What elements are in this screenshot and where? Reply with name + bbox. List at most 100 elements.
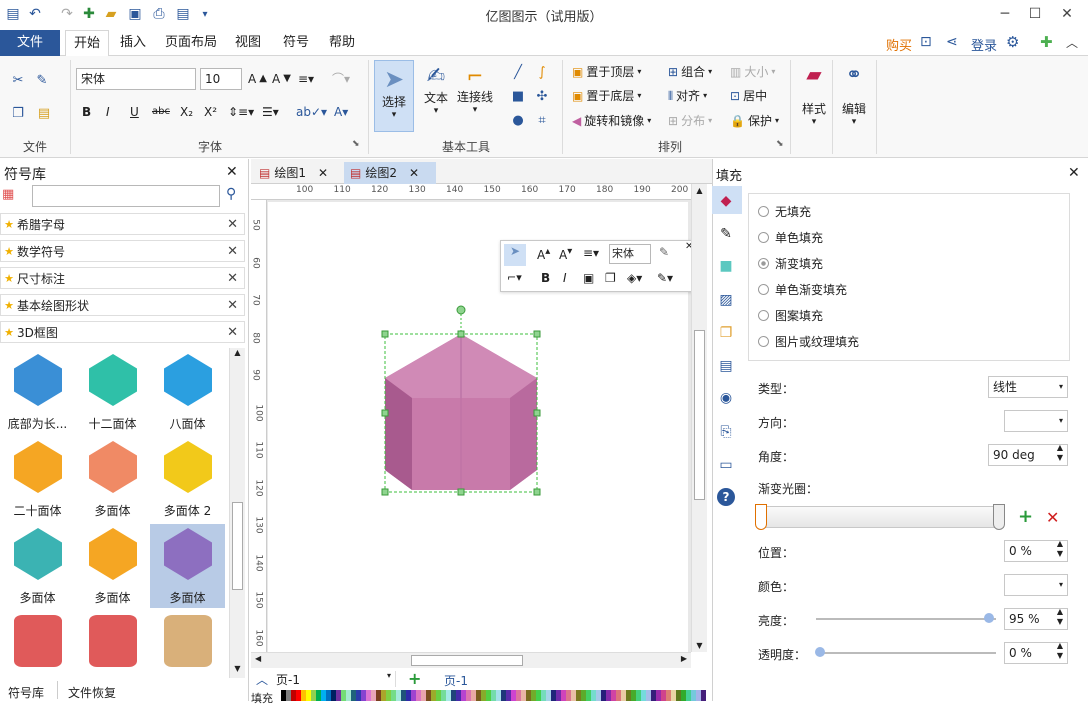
bullets-icon[interactable]: ☰▾: [262, 102, 279, 122]
ft-connector-icon[interactable]: ⌐▾: [507, 271, 522, 284]
fill-option-picture[interactable]: 图片或纹理填充: [758, 333, 859, 349]
strikethrough-icon[interactable]: abc: [152, 102, 170, 122]
add-page-icon[interactable]: +: [408, 669, 421, 688]
category-close-icon[interactable]: ✕: [227, 325, 238, 340]
font-name-select[interactable]: 宋体: [76, 68, 196, 90]
window-icon[interactable]: ⊡: [920, 34, 932, 50]
scroll-up-icon[interactable]: ▲: [692, 186, 707, 195]
scroll-left-icon[interactable]: ◀: [255, 654, 261, 663]
category-close-icon[interactable]: ✕: [227, 217, 238, 232]
transparency-spinner[interactable]: 0 % ▲ ▼: [1004, 641, 1068, 664]
library-category[interactable]: ★ 基本绘图形状 ✕: [0, 294, 245, 316]
rotate-handle[interactable]: [456, 305, 466, 315]
canvas-horizontal-scrollbar[interactable]: ◀ ▶: [251, 652, 691, 668]
canvas-vertical-scrollbar[interactable]: ▲ ▼: [691, 184, 707, 652]
position-spinner[interactable]: 0 % ▲ ▼: [1004, 539, 1068, 562]
align-icon[interactable]: ≡▾: [298, 69, 314, 89]
copy-icon[interactable]: ❐: [8, 103, 28, 123]
gradient-bar[interactable]: [758, 506, 1004, 528]
library-shape[interactable]: 底部为长...: [0, 350, 75, 434]
resize-handle[interactable]: [457, 330, 465, 338]
ft-italic-icon[interactable]: I: [563, 271, 567, 285]
tab-help[interactable]: 帮助: [322, 30, 362, 56]
align-objects-button[interactable]: ⫴ 对齐 ▾: [668, 86, 707, 106]
gradient-stop-left[interactable]: [755, 504, 767, 530]
scroll-down-icon[interactable]: ▼: [230, 664, 245, 678]
bring-front-button[interactable]: ▣ 置于顶层 ▾: [572, 62, 641, 82]
library-shape[interactable]: 二十面体: [0, 437, 75, 521]
brush-icon[interactable]: ✎: [32, 70, 52, 90]
library-shape[interactable]: 多面体: [0, 524, 75, 608]
category-close-icon[interactable]: ✕: [227, 298, 238, 313]
font-color-icon[interactable]: A▾: [334, 102, 348, 122]
maximize-icon[interactable]: ☐: [1020, 2, 1050, 26]
category-close-icon[interactable]: ✕: [227, 244, 238, 259]
tab-file-recovery[interactable]: 文件恢复: [68, 684, 116, 701]
doc-tab-close-icon[interactable]: ✕: [318, 162, 328, 184]
text-highlight-icon[interactable]: ab✓▾: [296, 102, 327, 122]
settings-icon[interactable]: ⚙: [1006, 33, 1019, 51]
library-category[interactable]: ★ 3D框图 ✕: [0, 321, 245, 343]
curve-icon[interactable]: ⌒▾: [332, 69, 350, 89]
ft-font-select[interactable]: 宋体: [609, 244, 651, 264]
doc-tab-close-icon[interactable]: ✕: [409, 162, 419, 184]
page-select[interactable]: 页-1 ▾: [276, 671, 396, 687]
share-icon[interactable]: ⋖: [946, 34, 958, 50]
distribute-button[interactable]: ⊞ 分布 ▾: [668, 111, 712, 131]
gradient-stop-right[interactable]: [993, 504, 1005, 530]
library-search-input[interactable]: [32, 185, 220, 207]
font-grow-icon[interactable]: A ▲: [248, 69, 267, 89]
resize-handle[interactable]: [533, 409, 541, 417]
doc-tab-2[interactable]: ▤ 绘图2 ✕: [344, 162, 436, 184]
type-select[interactable]: 线性 ▾: [988, 376, 1068, 398]
help-icon[interactable]: ?: [717, 488, 735, 506]
minimize-icon[interactable]: ─: [990, 2, 1020, 26]
library-shape[interactable]: 八面体: [150, 350, 225, 434]
library-shape[interactable]: 多面体: [75, 524, 150, 608]
bold-icon[interactable]: B: [82, 102, 91, 122]
select-button[interactable]: ➤ 选择 ▾: [374, 60, 414, 132]
fill-tab-icon[interactable]: ◆: [716, 191, 736, 211]
font-shrink-icon[interactable]: A ▼: [272, 69, 291, 89]
group-button[interactable]: ⊞ 组合 ▾: [668, 62, 712, 82]
fill-option-mono-gradient[interactable]: 单色渐变填充: [758, 281, 847, 297]
text-button[interactable]: ✍ 文本 ▾: [416, 60, 456, 132]
ft-back-icon[interactable]: ❐: [605, 271, 616, 285]
shape-selection[interactable]: [380, 300, 545, 500]
search-icon[interactable]: ⚲: [226, 186, 236, 202]
scroll-thumb[interactable]: [694, 330, 705, 500]
library-shape[interactable]: [150, 611, 225, 695]
font-dialog-icon[interactable]: ⬊: [352, 139, 360, 149]
scroll-thumb[interactable]: [232, 502, 243, 590]
collapse-ribbon-icon[interactable]: ︿: [1066, 34, 1078, 51]
brightness-thumb[interactable]: [984, 613, 994, 623]
scroll-thumb[interactable]: [411, 655, 523, 666]
transparency-thumb[interactable]: [815, 647, 825, 657]
document-tab-icon[interactable]: ▤: [716, 356, 736, 376]
collapse-page-icon[interactable]: ︿: [256, 671, 268, 688]
superscript-icon[interactable]: X²: [204, 102, 217, 122]
resize-handle[interactable]: [457, 488, 465, 496]
close-window-icon[interactable]: ✕: [1052, 2, 1082, 26]
paste-icon[interactable]: ▤: [34, 103, 54, 123]
curve-tool-icon[interactable]: ∫: [532, 62, 552, 82]
fill-option-gradient[interactable]: 渐变填充: [758, 255, 823, 271]
tab-home[interactable]: 开始: [65, 30, 109, 57]
attachment-tab-icon[interactable]: ⎘: [716, 422, 736, 442]
library-shape[interactable]: 多面体: [150, 524, 225, 608]
tab-symbol[interactable]: 符号: [276, 30, 316, 56]
library-category[interactable]: ★ 希腊字母 ✕: [0, 213, 245, 235]
ft-brush-icon[interactable]: ✎: [659, 245, 669, 259]
ft-align-icon[interactable]: ≡▾: [583, 246, 599, 260]
resize-handle[interactable]: [381, 409, 389, 417]
scroll-down-icon[interactable]: ▼: [692, 641, 707, 650]
globe-tab-icon[interactable]: ◉: [716, 388, 736, 408]
rectangle-icon[interactable]: ■: [508, 86, 528, 106]
italic-icon[interactable]: I: [106, 102, 110, 122]
font-size-select[interactable]: 10: [200, 68, 242, 90]
library-shape[interactable]: [75, 611, 150, 695]
library-category[interactable]: ★ 数学符号 ✕: [0, 240, 245, 262]
ft-fill-icon[interactable]: ◈▾: [627, 271, 642, 285]
send-back-button[interactable]: ▣ 置于底层 ▾: [572, 86, 641, 106]
ft-font-shrink-icon[interactable]: A▾: [559, 246, 572, 262]
